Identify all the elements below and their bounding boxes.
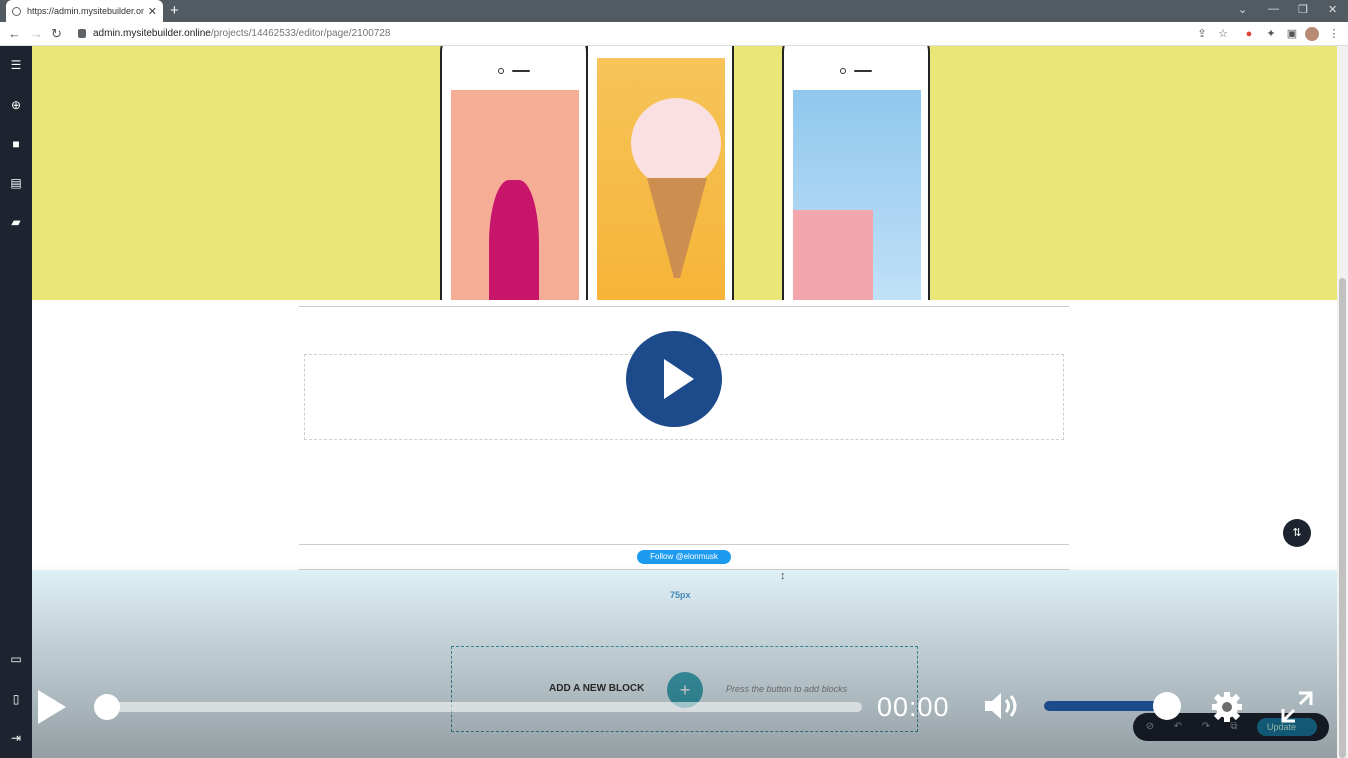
tab-close-icon[interactable]: ✕ <box>148 5 157 18</box>
building-shape <box>793 210 873 300</box>
spacing-label: 75px <box>670 590 691 600</box>
phone-speaker <box>512 70 530 72</box>
settings-gear-icon[interactable] <box>1210 690 1244 724</box>
play-icon[interactable] <box>38 690 66 724</box>
icecream-photo <box>597 58 725 300</box>
progress-bar[interactable] <box>106 702 862 712</box>
icecream-scoop <box>631 98 721 188</box>
lipstick-photo <box>451 90 579 300</box>
progress-scrubber[interactable] <box>94 694 120 720</box>
url-path: /projects/14462533/editor/page/2100728 <box>210 28 391 39</box>
reload-icon[interactable]: ↻ <box>51 26 62 42</box>
phone-mockup-lipstick <box>440 46 588 300</box>
profile-avatar[interactable] <box>1305 27 1319 41</box>
back-icon[interactable]: ← <box>8 26 21 42</box>
phone-camera <box>498 68 504 74</box>
play-icon <box>664 359 694 399</box>
window-close-icon[interactable]: ✕ <box>1328 3 1337 16</box>
new-tab-button[interactable]: + <box>170 2 179 20</box>
bookmark-star-icon[interactable]: ☆ <box>1216 27 1230 41</box>
icecream-cone <box>647 178 707 278</box>
store-icon[interactable]: ▤ <box>9 176 23 190</box>
fullscreen-icon[interactable] <box>1279 689 1315 725</box>
restore-icon[interactable]: ❐ <box>1298 3 1308 16</box>
tab-search-icon[interactable]: ⌄ <box>1238 3 1247 16</box>
hero-image-section[interactable] <box>32 46 1337 300</box>
section-divider <box>299 544 1069 545</box>
add-icon[interactable]: ⊕ <box>9 98 23 112</box>
browser-tab-strip: https://admin.mysitebuilder.online ✕ + ⌄… <box>0 0 1348 22</box>
url-host: admin.mysitebuilder.online <box>93 28 211 39</box>
tab-title: https://admin.mysitebuilder.online <box>27 6 144 16</box>
scrollbar[interactable] <box>1337 46 1348 758</box>
browser-tab[interactable]: https://admin.mysitebuilder.online ✕ <box>6 0 163 22</box>
phone-camera <box>840 68 846 74</box>
volume-slider[interactable] <box>1044 701 1168 711</box>
player-controls: 00:00 <box>0 680 1348 734</box>
volume-knob[interactable] <box>1153 692 1181 720</box>
phone-mockup-building <box>782 46 930 300</box>
site-favicon-icon <box>12 6 21 16</box>
lipstick-shape <box>489 180 539 300</box>
menu-icon[interactable]: ☰ <box>9 58 23 72</box>
section-divider <box>299 306 1069 307</box>
desktop-preview-icon[interactable]: ▭ <box>9 652 23 666</box>
phone-speaker <box>854 70 872 72</box>
phone-mockup-icecream <box>586 46 734 300</box>
resize-handle-icon[interactable]: ↕ <box>780 570 786 582</box>
browser-menu-icon[interactable]: ⋮ <box>1327 27 1341 41</box>
forward-icon[interactable]: → <box>30 26 43 42</box>
editor-sidebar: ☰ ⊕ ■ ▤ ▰ ▭ ▯ ⇥ <box>0 46 32 758</box>
twitter-follow-button[interactable]: Follow @elonmusk <box>637 550 731 564</box>
address-bar: ← → ↻ admin.mysitebuilder.online/project… <box>0 22 1348 46</box>
minimize-icon[interactable]: — <box>1268 3 1279 15</box>
big-play-button[interactable] <box>626 331 722 427</box>
url-field[interactable]: admin.mysitebuilder.online/projects/1446… <box>93 28 390 39</box>
comments-icon[interactable]: ▰ <box>9 215 23 229</box>
lock-icon <box>78 29 86 38</box>
block-settings-button[interactable]: ⇅ <box>1283 519 1311 547</box>
volume-fill <box>1044 701 1168 711</box>
time-display: 00:00 <box>877 692 950 722</box>
pages-icon[interactable]: ■ <box>9 137 23 151</box>
extensions-puzzle-icon[interactable]: ✦ <box>1264 27 1278 41</box>
building-photo <box>793 90 921 300</box>
side-panel-icon[interactable]: ▣ <box>1285 27 1299 41</box>
share-icon[interactable]: ⇪ <box>1195 27 1209 41</box>
volume-icon[interactable] <box>983 691 1023 721</box>
extension-color-icon[interactable]: ● <box>1242 27 1256 41</box>
